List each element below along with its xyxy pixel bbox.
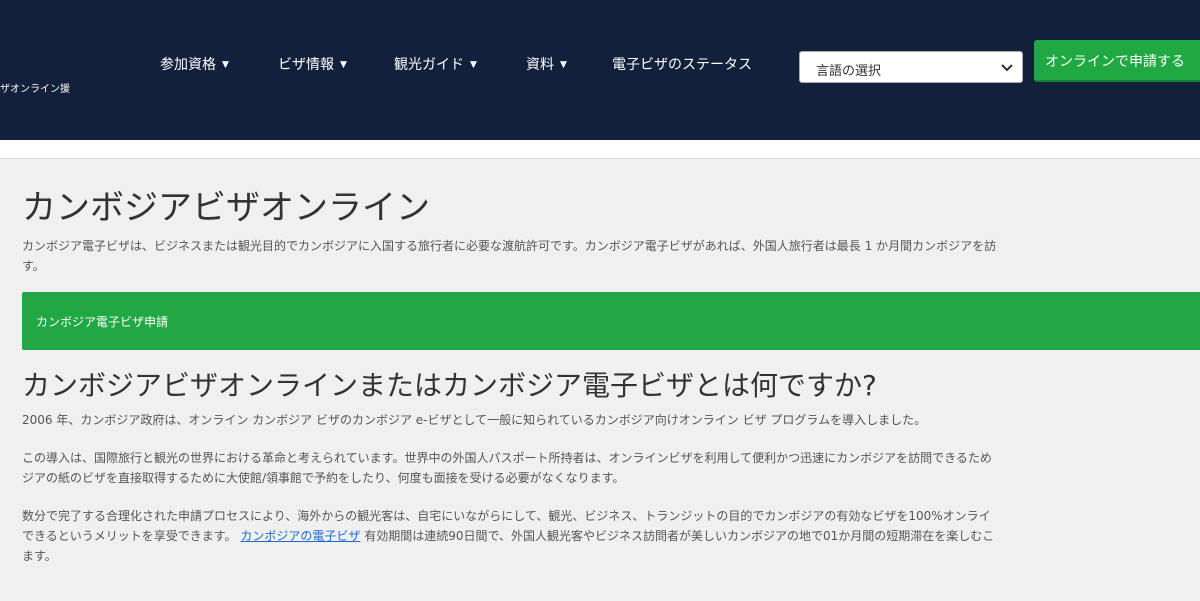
caret-down-icon: ▼ [340, 60, 347, 70]
nav-label: ビザ情報 [278, 57, 334, 73]
site-logo-text[interactable]: ザオンライン援 [0, 80, 70, 95]
page-title: カンボジアビザオンライン [22, 188, 430, 228]
paragraph-text: 有効期間は連続90日間で、外国人観光客やビジネス訪問者が美しいカンボジアの地で0… [364, 529, 995, 543]
caret-down-icon: ▼ [470, 60, 477, 70]
paragraph-1: 2006 年、カンボジア政府は、オンライン カンボジア ビザのカンボジア e-ビ… [22, 413, 927, 427]
chevron-down-icon [1001, 64, 1013, 72]
paragraph-line: ます。 [22, 549, 57, 563]
nav-tour-guide[interactable]: 観光ガイド ▼ [394, 54, 477, 74]
nav-eligibility[interactable]: 参加資格 ▼ [160, 54, 229, 74]
apply-online-button[interactable]: オンラインで申請する [1034, 40, 1200, 82]
paragraph-text: できるというメリットを享受できます。 [22, 529, 237, 543]
paragraph-3: 数分で完了する合理化された申請プロセスにより、海外からの観光客は、自宅にいながら… [22, 506, 1200, 566]
caret-down-icon: ▼ [560, 60, 567, 70]
paragraph-line: 数分で完了する合理化された申請プロセスにより、海外からの観光客は、自宅にいながら… [22, 509, 991, 523]
nav-label: 観光ガイド [394, 57, 464, 73]
cambodia-evisa-link[interactable]: カンボジアの電子ビザ [240, 529, 360, 543]
evisa-apply-bar-label: カンボジア電子ビザ申請 [36, 315, 169, 329]
nav-label: 参加資格 [160, 57, 216, 73]
paragraph-2: この導入は、国際旅行と観光の世界における革命と考えられています。世界中の外国人パ… [22, 448, 1200, 488]
intro-line: す。 [22, 259, 45, 273]
nav-label: 資料 [526, 57, 554, 73]
paragraph-line: ジアの紙のビザを直接取得するために大使館/領事館で予約をしたり、何度も面接を受け… [22, 471, 625, 485]
top-navbar: ザオンライン援 参加資格 ▼ ビザ情報 ▼ 観光ガイド ▼ 資料 ▼ 電子ビザのステータ… [0, 0, 1200, 140]
caret-down-icon: ▼ [222, 60, 229, 70]
paragraph-line: できるというメリットを享受できます。 カンボジアの電子ビザ 有効期間は連続90日… [22, 526, 1200, 546]
nav-resources[interactable]: 資料 ▼ [526, 54, 567, 74]
nav-evisa-status[interactable]: 電子ビザのステータス [612, 54, 752, 74]
nav-visa-info[interactable]: ビザ情報 ▼ [278, 54, 347, 74]
intro-text: カンボジア電子ビザは、ビジネスまたは観光目的でカンボジアに入国する旅行者に必要な… [22, 236, 1200, 276]
nav-label: 電子ビザのステータス [612, 57, 752, 73]
language-select[interactable]: 言語の選択 [799, 51, 1023, 83]
language-select-value: 言語の選択 [816, 64, 882, 79]
evisa-apply-bar[interactable]: カンボジア電子ビザ申請 [22, 292, 1200, 350]
paragraph-line: この導入は、国際旅行と観光の世界における革命と考えられています。世界中の外国人パ… [22, 451, 992, 465]
intro-line: カンボジア電子ビザは、ビジネスまたは観光目的でカンボジアに入国する旅行者に必要な… [22, 239, 997, 253]
section-title: カンボジアビザオンラインまたはカンボジア電子ビザとは何ですか? [22, 369, 877, 402]
